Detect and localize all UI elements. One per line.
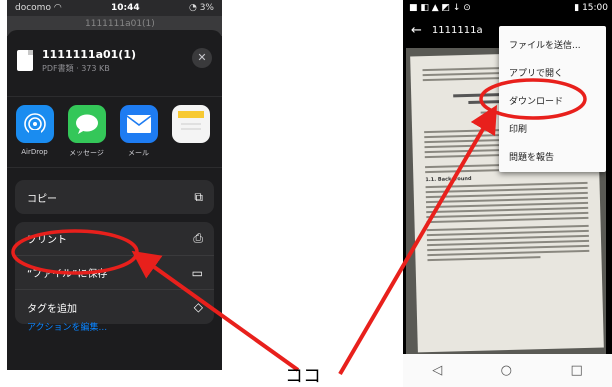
document-icon	[17, 50, 33, 71]
action-label: コピー	[27, 193, 57, 205]
app-mail[interactable]: メール	[118, 105, 159, 167]
alarm-icon: ◔	[188, 3, 197, 13]
status-time: 15:00	[582, 3, 608, 13]
app-label: メール	[128, 149, 149, 157]
file-info: 1111111a01(1) PDF書類 · 373 KB	[7, 30, 222, 78]
airdrop-icon	[15, 105, 54, 143]
app-messages[interactable]: メッセージ	[66, 105, 107, 167]
carrier-label: docomo	[15, 3, 51, 13]
file-meta: PDF書類 · 373 KB	[42, 63, 110, 73]
action-group-main: プリント ⎙ “ファイル”に保存 ▭ タグを追加 ◇	[15, 222, 214, 324]
app-notes[interactable]	[170, 105, 211, 167]
screenshot-stage: docomo ◠ 10:44 ◔ 3% 1111111a01(1) 111111…	[0, 0, 612, 387]
mail-icon	[119, 105, 158, 143]
action-label: プリント	[27, 235, 67, 246]
menu-item-print[interactable]: 印刷	[499, 114, 606, 142]
back-arrow-icon[interactable]: ←	[411, 23, 422, 38]
battery-level: 3%	[199, 3, 214, 13]
android-status-bar: ■ ◧ ▲ ◩ ↓ ⊙ ▮ 15:00	[403, 0, 612, 16]
overflow-menu: ファイルを送信... アプリで開く ダウンロード 印刷 問題を報告	[499, 26, 606, 172]
close-button[interactable]: ✕	[192, 48, 212, 68]
menu-item-open-with[interactable]: アプリで開く	[499, 58, 606, 86]
menu-item-download[interactable]: ダウンロード	[499, 86, 606, 114]
wifi-icon: ◠	[53, 3, 62, 13]
file-name: 1111111a01(1)	[42, 47, 137, 61]
folder-icon: ▭	[191, 265, 203, 280]
edit-actions-link[interactable]: アクションを編集...	[27, 320, 107, 333]
ios-status-bar: docomo ◠ 10:44 ◔ 3%	[7, 0, 222, 16]
nav-home-icon[interactable]: ○	[501, 363, 512, 378]
ios-phone: docomo ◠ 10:44 ◔ 3% 1111111a01(1) 111111…	[7, 0, 222, 370]
app-airdrop[interactable]: AirDrop	[14, 105, 55, 167]
status-time: 10:44	[111, 3, 140, 13]
action-save-to-files[interactable]: “ファイル”に保存 ▭	[15, 256, 214, 290]
app-row: AirDrop メッセージ メール	[7, 96, 222, 168]
android-nav-bar: ◁ ○ □	[403, 354, 612, 387]
action-label: タグを追加	[27, 303, 77, 315]
menu-item-report[interactable]: 問題を報告	[499, 142, 606, 170]
copy-icon: ⧉	[194, 189, 203, 204]
share-sheet: 1111111a01(1) PDF書類 · 373 KB ✕ AirDrop メ…	[7, 30, 222, 370]
action-print[interactable]: プリント ⎙	[15, 222, 214, 256]
action-add-tag[interactable]: タグを追加 ◇	[15, 290, 214, 324]
close-icon: ✕	[197, 51, 207, 64]
signal-icon: ▮	[574, 3, 580, 13]
menu-item-send-file[interactable]: ファイルを送信...	[499, 30, 606, 58]
printer-icon: ⎙	[193, 231, 203, 245]
nav-recents-icon[interactable]: □	[570, 363, 582, 378]
document-title: 1111111a	[431, 24, 483, 36]
notes-icon	[171, 105, 210, 143]
nav-back-icon[interactable]: ◁	[432, 363, 442, 378]
background-title: 1111111a01(1)	[85, 19, 155, 29]
action-label: “ファイル”に保存	[27, 269, 108, 280]
notification-icons: ■ ◧ ▲ ◩ ↓ ⊙	[409, 3, 471, 13]
app-label: メッセージ	[69, 149, 104, 157]
action-group-copy: コピー ⧉	[15, 180, 214, 214]
messages-icon	[67, 105, 106, 143]
callout-label: ココ	[285, 366, 321, 387]
action-copy[interactable]: コピー ⧉	[15, 180, 214, 214]
app-label: AirDrop	[21, 148, 48, 156]
tag-icon: ◇	[193, 300, 203, 314]
